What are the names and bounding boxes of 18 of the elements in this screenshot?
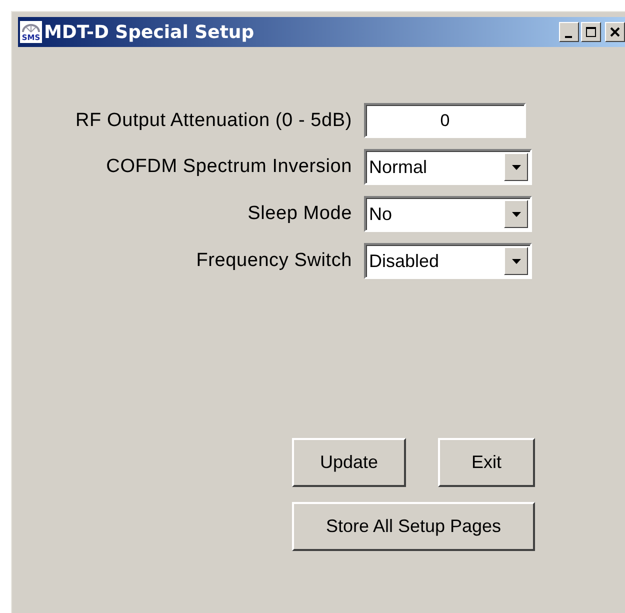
text-field[interactable]: 0 xyxy=(364,103,526,138)
maximize-icon xyxy=(585,26,597,38)
window-title: MDT-D Special Setup xyxy=(44,22,254,42)
push-button[interactable]: Store All Setup Pages xyxy=(292,502,535,551)
push-button[interactable]: Update xyxy=(292,438,406,487)
push-button[interactable]: Exit xyxy=(438,438,535,487)
dropdown[interactable]: Disabled xyxy=(364,243,532,279)
field-label: RF Output Attenuation (0 - 5dB) xyxy=(74,110,352,130)
close-button[interactable] xyxy=(605,22,625,42)
field-label: Frequency Switch xyxy=(195,251,352,271)
field-label: Sleep Mode xyxy=(246,204,352,224)
minimize-button[interactable] xyxy=(559,22,579,42)
dropdown[interactable]: Normal xyxy=(364,149,532,185)
maximize-button[interactable] xyxy=(581,22,601,42)
close-icon xyxy=(609,26,621,38)
dropdown[interactable]: No xyxy=(364,196,532,232)
field-label: COFDM Spectrum Inversion xyxy=(105,157,352,177)
minimize-icon xyxy=(564,36,572,38)
